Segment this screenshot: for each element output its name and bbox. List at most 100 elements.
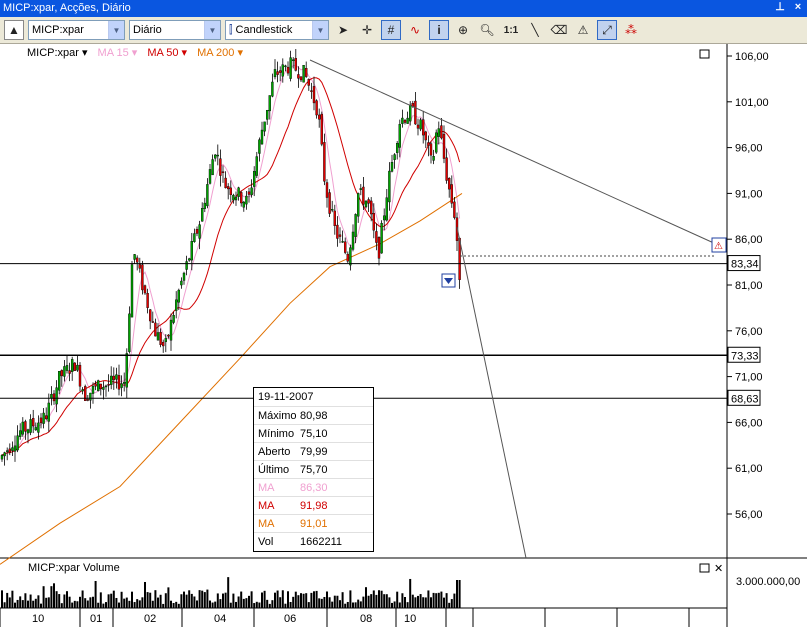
zoom-in-icon[interactable]: ⊕	[453, 20, 473, 40]
volume-bar	[190, 593, 193, 608]
candle-body	[8, 448, 12, 453]
candle-body	[91, 385, 95, 394]
info-icon[interactable]: i	[429, 20, 449, 40]
x-tick-label: 06	[284, 613, 296, 625]
down-arrow-icon[interactable]	[441, 273, 456, 288]
trendline-icon[interactable]: ╲	[525, 20, 545, 40]
candle-body	[70, 359, 74, 372]
tooltip-label: Máximo	[258, 410, 297, 422]
volume-bar	[201, 590, 204, 608]
candle-body	[143, 285, 147, 294]
volume-bar	[27, 600, 29, 608]
symbol-value: MICP:xpar	[32, 24, 84, 36]
volume-bar	[68, 596, 71, 608]
y-tick-label: 96,00	[735, 143, 763, 155]
auto-trend-icon[interactable]: ⤢	[597, 20, 617, 40]
volume-bar	[274, 592, 276, 608]
close-icon[interactable]: ✕	[714, 563, 723, 575]
pointer-icon[interactable]: ➤	[333, 20, 353, 40]
candle-body	[198, 224, 201, 239]
candle-body	[294, 58, 297, 71]
candle-body	[39, 417, 43, 424]
volume-bar	[323, 596, 326, 608]
candle-body	[318, 114, 321, 120]
zoom-1to1[interactable]: 1:1	[501, 20, 521, 40]
charttype-combo[interactable]: ⫿ Candlestick ▼	[225, 20, 329, 40]
candle-body	[258, 139, 261, 154]
volume-bar	[302, 593, 305, 608]
collapse-up-icon[interactable]: ▲	[4, 20, 24, 40]
close-icon[interactable]: ×	[791, 0, 805, 14]
volume-bar	[300, 593, 302, 608]
volume-bar	[115, 597, 118, 608]
candle-body	[305, 68, 308, 77]
trendline-steep[interactable]	[456, 226, 527, 559]
volume-bar	[162, 603, 165, 608]
zoom-icon[interactable]: 🔍︎	[477, 20, 497, 40]
chevron-down-icon[interactable]: ▼	[108, 21, 124, 39]
candle-body	[450, 184, 453, 204]
pin-icon[interactable]: ⊥	[773, 0, 787, 14]
tooltip-row: Vol 1662211	[254, 532, 373, 550]
eraser-icon[interactable]: ⌫	[549, 20, 569, 40]
candle-body	[312, 86, 316, 104]
volume-bar	[159, 594, 162, 608]
tooltip-value: 80,98	[300, 410, 328, 422]
candle-body	[58, 371, 61, 391]
volume-bar	[370, 594, 373, 608]
candle-body	[403, 120, 407, 123]
indicator-icon[interactable]: ∿	[405, 20, 425, 40]
volume-bar	[21, 600, 24, 608]
maximize-icon[interactable]	[699, 49, 710, 59]
tooltip-label: Vol	[258, 536, 274, 548]
volume-bar	[180, 594, 183, 608]
volume-bar	[235, 601, 237, 608]
candle-body	[325, 182, 329, 198]
candle-body	[211, 159, 214, 176]
volume-bar	[24, 593, 27, 608]
candle-body	[26, 429, 30, 434]
volume-bar	[385, 594, 388, 608]
volume-bar	[313, 591, 315, 608]
candle-body	[453, 201, 456, 218]
candle-body	[346, 253, 349, 262]
tooltip-row: MA 86,30	[254, 478, 373, 496]
candle-body	[432, 156, 435, 161]
chevron-down-icon[interactable]: ▼	[204, 21, 220, 39]
period-combo[interactable]: Diário ▼	[129, 20, 221, 40]
candle-body	[331, 209, 334, 211]
candlestick-icon: ⫿	[229, 23, 233, 36]
volume-bar	[154, 590, 157, 608]
candle-body	[310, 90, 313, 92]
volume-bar	[331, 601, 334, 608]
patterns-icon[interactable]: ⁂	[621, 20, 641, 40]
volume-bar	[310, 592, 313, 608]
tooltip-row: Aberto 79,99	[254, 442, 373, 460]
volume-bar	[157, 597, 159, 608]
volume-bar	[294, 591, 297, 608]
volume-bar	[99, 592, 102, 608]
volume-bar	[287, 591, 289, 608]
alert-icon[interactable]: ⚠	[573, 20, 593, 40]
candle-body	[172, 314, 175, 323]
candle-body	[73, 362, 77, 371]
symbol-combo[interactable]: MICP:xpar ▼	[28, 20, 125, 40]
candle-body	[182, 272, 186, 281]
candle-body	[357, 193, 360, 217]
candle-body	[109, 375, 113, 385]
volume-bar	[284, 603, 287, 608]
candle-body	[268, 95, 271, 112]
volume-bar	[453, 593, 456, 608]
volume-bar	[232, 593, 235, 608]
volume-bar	[427, 590, 430, 608]
candle-body	[351, 231, 355, 250]
volume-bar	[365, 587, 367, 608]
candle-body	[242, 201, 246, 208]
grid-icon[interactable]: #	[381, 20, 401, 40]
crosshair-icon[interactable]: ✛	[357, 20, 377, 40]
alert-marker-icon[interactable]: ⚠	[711, 237, 727, 253]
candle-body	[414, 100, 417, 125]
chevron-down-icon[interactable]: ▼	[312, 21, 328, 39]
maximize-icon[interactable]	[699, 563, 710, 573]
price-chart[interactable]: 106,00 101,00 96,00 91,00 86,00 81,00 76,00 71,…	[0, 44, 807, 627]
